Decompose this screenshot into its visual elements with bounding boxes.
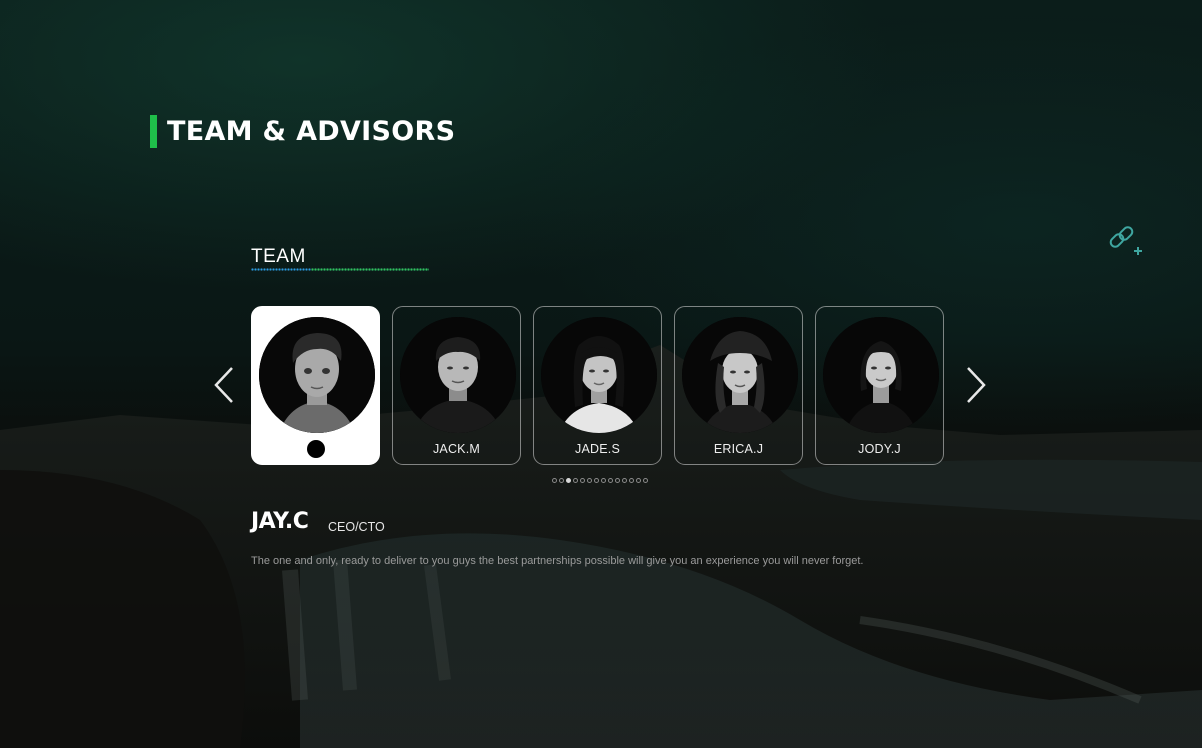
selected-member-role: CEO/CTO xyxy=(328,520,385,534)
active-indicator xyxy=(307,440,325,458)
team-card-name: JADE.S xyxy=(575,442,620,456)
avatar xyxy=(682,317,798,433)
avatar xyxy=(541,317,657,433)
team-card-name: ERICA.J xyxy=(713,442,764,456)
pagination-dot[interactable] xyxy=(559,478,564,483)
team-card-name: JODY.J xyxy=(858,442,901,456)
team-card-jade[interactable]: JADE.S xyxy=(533,306,662,465)
pagination-dot[interactable] xyxy=(566,478,571,483)
pagination-dot[interactable] xyxy=(608,478,613,483)
team-heading: TEAM xyxy=(251,246,306,267)
pagination-dot[interactable] xyxy=(573,478,578,483)
team-card-jack[interactable]: JACK.M xyxy=(392,306,521,465)
team-heading-underline xyxy=(251,268,429,271)
avatar xyxy=(400,317,516,433)
pagination-dot[interactable] xyxy=(587,478,592,483)
pagination-dot[interactable] xyxy=(643,478,648,483)
page-title: TEAM & ADVISORS xyxy=(167,116,456,147)
pagination-dot[interactable] xyxy=(636,478,641,483)
chevron-right-icon[interactable] xyxy=(964,366,988,404)
pagination-dot[interactable] xyxy=(615,478,620,483)
avatar xyxy=(823,317,939,433)
section-header: TEAM & ADVISORS xyxy=(150,115,455,148)
pagination-dot[interactable] xyxy=(594,478,599,483)
pagination-dot[interactable] xyxy=(629,478,634,483)
selected-member-description: The one and only, ready to deliver to yo… xyxy=(251,555,864,567)
selected-member-name: JAY.C xyxy=(251,509,309,534)
pagination-dot[interactable] xyxy=(580,478,585,483)
pagination-dot[interactable] xyxy=(622,478,627,483)
team-card-name: JACK.M xyxy=(432,442,481,456)
team-card-jay[interactable] xyxy=(251,306,380,465)
chevron-left-icon[interactable] xyxy=(212,366,236,404)
avatar xyxy=(259,317,375,433)
team-card-erica[interactable]: ERICA.J xyxy=(674,306,803,465)
pagination-dot[interactable] xyxy=(601,478,606,483)
team-card-jody[interactable]: JODY.J xyxy=(815,306,944,465)
link-add-icon[interactable] xyxy=(1106,224,1146,260)
title-accent-bar xyxy=(150,115,157,148)
carousel-pagination xyxy=(552,478,648,483)
pagination-dot[interactable] xyxy=(552,478,557,483)
